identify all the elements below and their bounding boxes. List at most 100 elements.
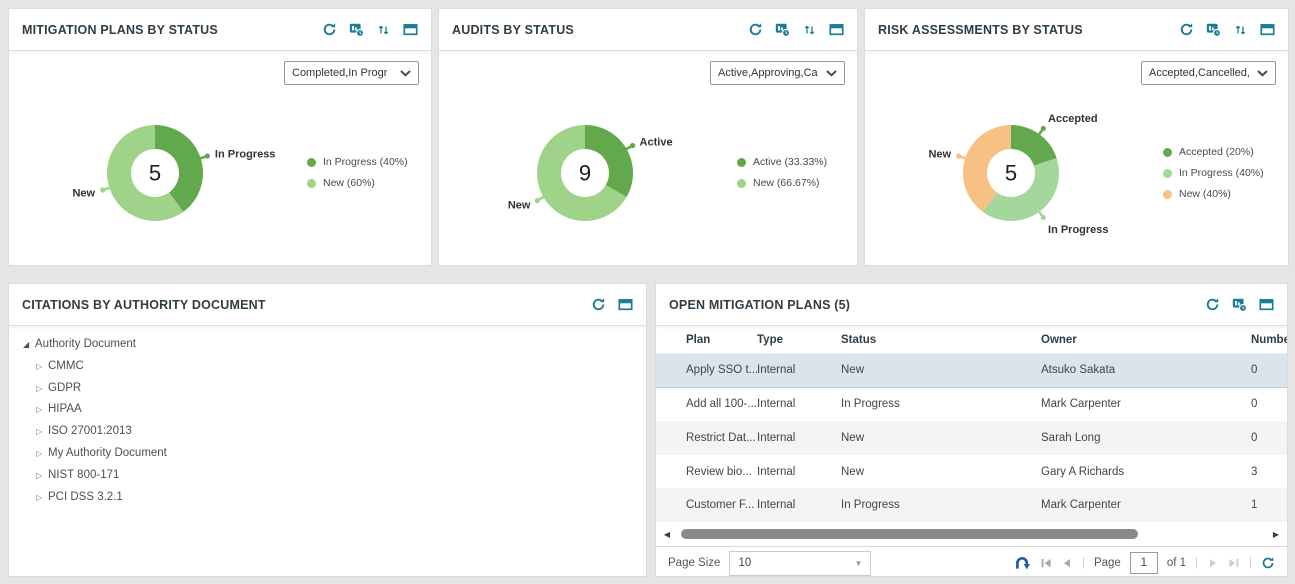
column-header-type[interactable]: Type bbox=[757, 334, 841, 346]
scrollbar-track[interactable] bbox=[675, 529, 1268, 539]
tree-collapsed-icon[interactable]: ▷ bbox=[36, 399, 48, 421]
legend-item-in-progress[interactable]: In Progress (40%) bbox=[307, 152, 427, 173]
cell-type: Internal bbox=[757, 398, 841, 410]
tree-collapsed-icon[interactable]: ▷ bbox=[36, 378, 48, 400]
bottom-row: CITATIONS BY AUTHORITY DOCUMENT ◢Authori… bbox=[8, 283, 1287, 577]
legend-item-new[interactable]: New (66.67%) bbox=[737, 173, 857, 194]
legend-dot bbox=[737, 158, 746, 167]
maximize-icon[interactable] bbox=[829, 22, 844, 37]
donut-svg: In ProgressNew5 bbox=[15, 87, 307, 259]
legend-dot bbox=[737, 179, 746, 188]
cell-number: 0 bbox=[1251, 364, 1288, 376]
tree-collapsed-icon[interactable]: ▷ bbox=[36, 356, 48, 378]
tree-item-my-authority-document[interactable]: ▷My Authority Document bbox=[23, 443, 632, 465]
last-page-icon[interactable] bbox=[1228, 557, 1240, 569]
status-filter-dropdown[interactable]: Completed,In Progr bbox=[284, 61, 419, 85]
refresh-icon[interactable] bbox=[1179, 22, 1194, 37]
legend-dot bbox=[307, 179, 316, 188]
legend-dot bbox=[307, 158, 316, 167]
tree-item-label: NIST 800-171 bbox=[48, 469, 119, 481]
cell-number: 3 bbox=[1251, 466, 1288, 478]
scroll-left-icon[interactable]: ◀ bbox=[661, 530, 673, 539]
scrollbar-thumb[interactable] bbox=[681, 529, 1138, 539]
refresh-icon[interactable] bbox=[591, 297, 606, 312]
tree-item-iso-27001-2013[interactable]: ▷ISO 27001:2013 bbox=[23, 421, 632, 443]
panel-title: CITATIONS BY AUTHORITY DOCUMENT bbox=[22, 298, 266, 312]
donut-center-value: 5 bbox=[1005, 161, 1017, 186]
legend-item-new[interactable]: New (60%) bbox=[307, 173, 427, 194]
cell-status: New bbox=[841, 364, 1041, 376]
slice-label: Active bbox=[640, 136, 673, 148]
legend-label: New (66.67%) bbox=[753, 173, 820, 194]
authority-document-tree: ◢Authority Document▷CMMC▷GDPR▷HIPAA▷ISO … bbox=[9, 326, 646, 516]
panel-title: OPEN MITIGATION PLANS (5) bbox=[669, 298, 850, 312]
separator: | bbox=[1082, 557, 1085, 569]
page-number-input[interactable] bbox=[1130, 552, 1158, 574]
refresh-icon[interactable] bbox=[1205, 297, 1220, 312]
column-header-owner[interactable]: Owner bbox=[1041, 334, 1251, 346]
maximize-icon[interactable] bbox=[1259, 297, 1274, 312]
legend-label: Accepted (20%) bbox=[1179, 142, 1254, 163]
jump-to-selection-icon[interactable] bbox=[1013, 555, 1031, 571]
table-row[interactable]: Add all 100-...InternalIn ProgressMark C… bbox=[656, 388, 1287, 422]
column-header-plan[interactable]: Plan bbox=[686, 334, 757, 346]
tree-collapsed-icon[interactable]: ▷ bbox=[36, 421, 48, 443]
export-icon[interactable] bbox=[1206, 22, 1221, 37]
page-nav-group: | Page of 1 | | bbox=[1013, 552, 1275, 574]
legend-item-new[interactable]: New (40%) bbox=[1163, 184, 1283, 205]
legend-item-active[interactable]: Active (33.33%) bbox=[737, 152, 857, 173]
refresh-icon[interactable] bbox=[322, 22, 337, 37]
panel-toolbar bbox=[748, 22, 844, 37]
tree-collapsed-icon[interactable]: ▷ bbox=[36, 487, 48, 509]
page-size-dropdown[interactable]: 10 ▼ bbox=[729, 551, 871, 576]
maximize-icon[interactable] bbox=[1260, 22, 1275, 37]
tree-item-cmmc[interactable]: ▷CMMC bbox=[23, 356, 632, 378]
table-row[interactable]: Restrict Dat...InternalNewSarah Long0 bbox=[656, 421, 1287, 455]
tree-item-pci-dss-3-2-1[interactable]: ▷PCI DSS 3.2.1 bbox=[23, 487, 632, 509]
next-page-icon[interactable] bbox=[1207, 557, 1219, 569]
column-header-status[interactable]: Status bbox=[841, 334, 1041, 346]
legend-item-accepted[interactable]: Accepted (20%) bbox=[1163, 142, 1283, 163]
export-icon[interactable] bbox=[775, 22, 790, 37]
tree-item-gdpr[interactable]: ▷GDPR bbox=[23, 378, 632, 400]
tree-item-hipaa[interactable]: ▷HIPAA bbox=[23, 399, 632, 421]
panel-audits-by-status: AUDITS BY STATUS Active,Approving,Ca Act… bbox=[438, 8, 858, 266]
table-row[interactable]: Review bio...InternalNewGary A Richards3 bbox=[656, 455, 1287, 489]
cell-status: New bbox=[841, 432, 1041, 444]
slice-label: New bbox=[508, 200, 531, 212]
tree-expanded-icon[interactable]: ◢ bbox=[23, 334, 35, 356]
tree-item-authority-document[interactable]: ◢Authority Document bbox=[23, 334, 632, 356]
export-icon[interactable] bbox=[349, 22, 364, 37]
separator: | bbox=[1249, 557, 1252, 569]
panel-open-mitigation-plans: OPEN MITIGATION PLANS (5) PlanTypeStatus… bbox=[655, 283, 1288, 577]
cell-plan: Apply SSO t... bbox=[686, 364, 757, 376]
refresh-icon[interactable] bbox=[748, 22, 763, 37]
status-filter-dropdown[interactable]: Accepted,Cancelled, bbox=[1141, 61, 1276, 85]
tree-item-nist-800-171[interactable]: ▷NIST 800-171 bbox=[23, 465, 632, 487]
panel-mitigation-plans-by-status: MITIGATION PLANS BY STATUS Completed,In … bbox=[8, 8, 432, 266]
status-filter-dropdown[interactable]: Active,Approving,Ca bbox=[710, 61, 845, 85]
horizontal-scrollbar[interactable]: ◀ ▶ bbox=[656, 522, 1287, 546]
first-page-icon[interactable] bbox=[1040, 557, 1052, 569]
sort-icon[interactable] bbox=[376, 22, 391, 37]
tree-collapsed-icon[interactable]: ▷ bbox=[36, 465, 48, 487]
chevron-down-icon bbox=[1257, 70, 1268, 77]
previous-page-icon[interactable] bbox=[1061, 557, 1073, 569]
legend-item-in-progress[interactable]: In Progress (40%) bbox=[1163, 163, 1283, 184]
tree-collapsed-icon[interactable]: ▷ bbox=[36, 443, 48, 465]
refresh-icon[interactable] bbox=[1261, 556, 1275, 570]
slice-label: Accepted bbox=[1048, 113, 1098, 125]
panel-header: AUDITS BY STATUS bbox=[439, 9, 857, 51]
slice-callout-dot bbox=[205, 153, 210, 158]
export-icon[interactable] bbox=[1232, 297, 1247, 312]
donut-chart: In ProgressNew5 In Progress (40%)New (60… bbox=[9, 87, 431, 259]
sort-icon[interactable] bbox=[802, 22, 817, 37]
table-row[interactable]: Apply SSO t...InternalNewAtsuko Sakata0 bbox=[656, 354, 1287, 388]
table-row[interactable]: Customer F...InternalIn ProgressMark Car… bbox=[656, 488, 1287, 522]
maximize-icon[interactable] bbox=[403, 22, 418, 37]
legend-label: New (60%) bbox=[323, 173, 375, 194]
maximize-icon[interactable] bbox=[618, 297, 633, 312]
column-header-number[interactable]: Number bbox=[1251, 334, 1288, 346]
scroll-right-icon[interactable]: ▶ bbox=[1270, 530, 1282, 539]
sort-icon[interactable] bbox=[1233, 22, 1248, 37]
